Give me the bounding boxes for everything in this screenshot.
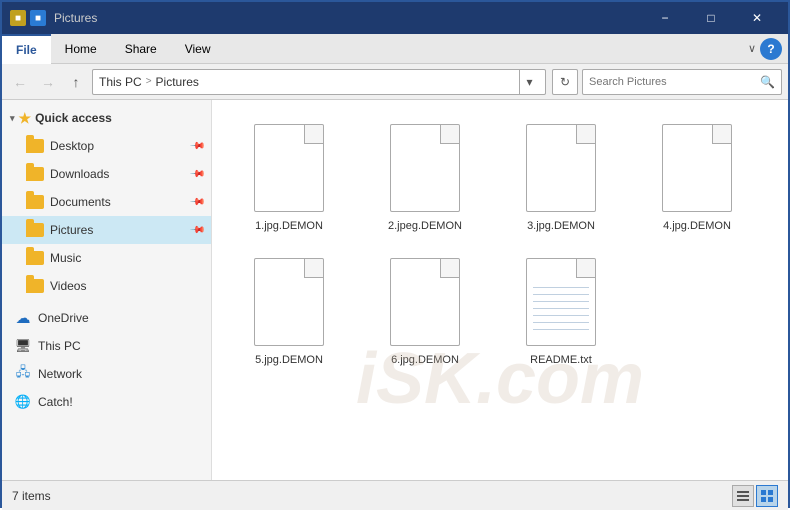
sidebar-item-music-label: Music xyxy=(50,251,81,265)
sidebar-item-videos[interactable]: Videos xyxy=(2,272,211,300)
close-button[interactable]: ✕ xyxy=(734,2,780,34)
sidebar-item-catch-label: Catch! xyxy=(38,395,73,409)
up-button[interactable]: ↑ xyxy=(64,70,88,94)
documents-pin-icon: 📌 xyxy=(188,194,205,211)
menu-tab-share[interactable]: Share xyxy=(111,34,171,64)
content-area: iSK.com 1.jpg.DEMON 2.jpeg.DEMON xyxy=(212,100,788,480)
file-icon-6 xyxy=(385,254,465,350)
address-dropdown-button[interactable]: ▾ xyxy=(519,69,539,95)
file-icon-5 xyxy=(249,254,329,350)
menu-tab-home[interactable]: Home xyxy=(51,34,111,64)
file-name-2: 2.jpeg.DEMON xyxy=(388,220,462,232)
downloads-folder-icon xyxy=(26,165,44,183)
file-name-6: 6.jpg.DEMON xyxy=(391,354,459,366)
menu-tab-file[interactable]: File xyxy=(2,34,51,64)
breadcrumb: This PC > Pictures xyxy=(99,75,515,89)
quick-access-star-icon: ★ xyxy=(19,110,32,127)
title-icon-yellow: ■ xyxy=(10,10,26,26)
file-item-2[interactable]: 2.jpeg.DEMON xyxy=(360,112,490,240)
sidebar-item-downloads[interactable]: Downloads 📌 xyxy=(2,160,211,188)
sidebar-item-network[interactable]: 🖧 Network xyxy=(2,360,211,388)
file-name-1: 1.jpg.DEMON xyxy=(255,220,323,232)
title-bar: ■ ■ Pictures − □ ✕ xyxy=(2,2,788,34)
search-icon: 🔍 xyxy=(760,75,775,89)
sidebar-item-pictures[interactable]: Pictures 📌 xyxy=(2,216,211,244)
file-icon-4 xyxy=(657,120,737,216)
pictures-folder-icon xyxy=(26,221,44,239)
sidebar-item-desktop[interactable]: Desktop 📌 xyxy=(2,132,211,160)
downloads-pin-icon: 📌 xyxy=(188,166,205,183)
sidebar-item-pictures-label: Pictures xyxy=(50,223,93,237)
main-area: ▾ ★ Quick access Desktop 📌 Downloads 📌 xyxy=(2,100,788,480)
sidebar-item-music[interactable]: Music xyxy=(2,244,211,272)
videos-folder-icon xyxy=(26,277,44,295)
quick-access-chevron: ▾ xyxy=(10,113,15,124)
breadcrumb-this-pc[interactable]: This PC xyxy=(99,75,142,89)
window-controls: − □ ✕ xyxy=(642,2,780,34)
desktop-pin-icon: 📌 xyxy=(188,138,205,155)
sidebar-item-thispc-label: This PC xyxy=(38,339,81,353)
file-grid: 1.jpg.DEMON 2.jpeg.DEMON 3.jpg.DEMON xyxy=(220,108,780,378)
file-item-7[interactable]: README.txt xyxy=(496,246,626,374)
file-item-1[interactable]: 1.jpg.DEMON xyxy=(224,112,354,240)
view-buttons xyxy=(732,485,778,507)
item-count: 7 items xyxy=(12,489,51,503)
title-icon-blue: ■ xyxy=(30,10,46,26)
sidebar: ▾ ★ Quick access Desktop 📌 Downloads 📌 xyxy=(2,100,212,480)
file-item-3[interactable]: 3.jpg.DEMON xyxy=(496,112,626,240)
address-bar[interactable]: This PC > Pictures ▾ xyxy=(92,69,546,95)
sidebar-item-videos-label: Videos xyxy=(50,279,86,293)
network-icon: 🖧 xyxy=(14,365,32,383)
quick-access-header[interactable]: ▾ ★ Quick access xyxy=(2,104,211,132)
breadcrumb-current[interactable]: Pictures xyxy=(156,75,199,89)
quick-access-label: Quick access xyxy=(35,111,112,125)
help-button[interactable]: ? xyxy=(760,38,782,60)
menu-tab-view[interactable]: View xyxy=(171,34,225,64)
catch-icon: 🌐 xyxy=(14,393,32,411)
sidebar-item-documents[interactable]: Documents 📌 xyxy=(2,188,211,216)
desktop-folder-icon xyxy=(26,137,44,155)
maximize-button[interactable]: □ xyxy=(688,2,734,34)
music-folder-icon xyxy=(26,249,44,267)
menu-expand-icon[interactable]: ∨ xyxy=(748,42,756,55)
forward-button[interactable]: → xyxy=(36,70,60,94)
title-bar-icons: ■ ■ xyxy=(10,10,46,26)
file-item-6[interactable]: 6.jpg.DEMON xyxy=(360,246,490,374)
status-bar: 7 items xyxy=(2,480,788,510)
sidebar-item-onedrive[interactable]: ☁ OneDrive xyxy=(2,304,211,332)
file-name-4: 4.jpg.DEMON xyxy=(663,220,731,232)
file-name-5: 5.jpg.DEMON xyxy=(255,354,323,366)
sidebar-item-downloads-label: Downloads xyxy=(50,167,109,181)
sidebar-item-onedrive-label: OneDrive xyxy=(38,311,89,325)
file-icon-1 xyxy=(249,120,329,216)
minimize-button[interactable]: − xyxy=(642,2,688,34)
file-name-3: 3.jpg.DEMON xyxy=(527,220,595,232)
back-button[interactable]: ← xyxy=(8,70,32,94)
onedrive-icon: ☁ xyxy=(14,309,32,327)
sidebar-item-catch[interactable]: 🌐 Catch! xyxy=(2,388,211,416)
sidebar-item-network-label: Network xyxy=(38,367,82,381)
large-icons-view-button[interactable] xyxy=(756,485,778,507)
file-item-5[interactable]: 5.jpg.DEMON xyxy=(224,246,354,374)
breadcrumb-separator: > xyxy=(146,76,152,87)
file-icon-2 xyxy=(385,120,465,216)
pictures-pin-icon: 📌 xyxy=(188,222,205,239)
thispc-icon: 🖥 xyxy=(14,337,32,355)
file-item-4[interactable]: 4.jpg.DEMON xyxy=(632,112,762,240)
documents-folder-icon xyxy=(26,193,44,211)
file-name-7: README.txt xyxy=(530,354,592,366)
refresh-button[interactable]: ↻ xyxy=(552,69,578,95)
window-title: Pictures xyxy=(54,11,642,25)
toolbar: ← → ↑ This PC > Pictures ▾ ↻ 🔍 xyxy=(2,64,788,100)
search-input[interactable] xyxy=(589,76,756,88)
file-icon-3 xyxy=(521,120,601,216)
file-icon-7 xyxy=(521,254,601,350)
search-bar[interactable]: 🔍 xyxy=(582,69,782,95)
sidebar-item-documents-label: Documents xyxy=(50,195,111,209)
menu-bar: File Home Share View ∨ ? xyxy=(2,34,788,64)
sidebar-item-desktop-label: Desktop xyxy=(50,139,94,153)
details-view-button[interactable] xyxy=(732,485,754,507)
sidebar-item-thispc[interactable]: 🖥 This PC xyxy=(2,332,211,360)
